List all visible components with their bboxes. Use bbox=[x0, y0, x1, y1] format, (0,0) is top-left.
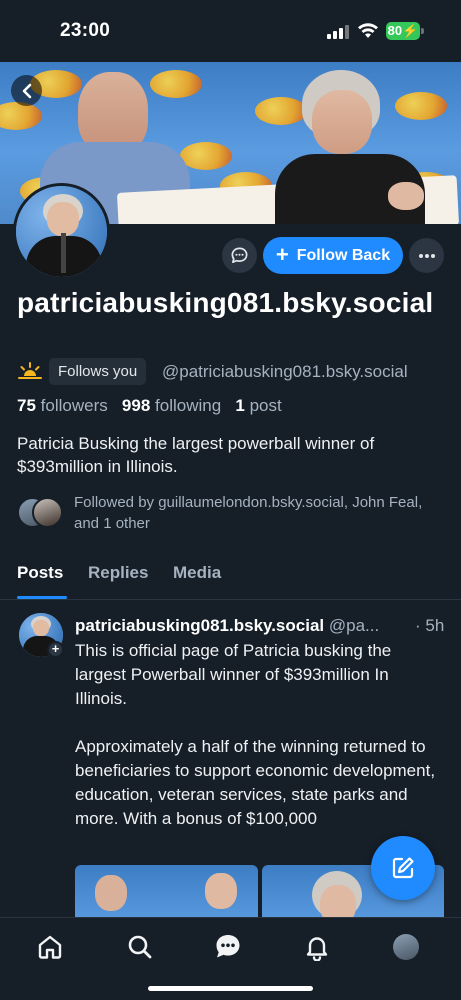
compose-post-button[interactable] bbox=[371, 836, 435, 900]
avatar-face bbox=[47, 202, 79, 236]
compose-icon bbox=[392, 857, 414, 879]
signal-icon bbox=[327, 25, 351, 39]
followers-label: followers bbox=[40, 396, 108, 415]
banner-logo-decoration bbox=[180, 142, 232, 170]
banner-logo-decoration bbox=[395, 92, 447, 120]
wifi-icon bbox=[358, 23, 378, 38]
profile-display-name: patriciabusking081.bsky.social bbox=[17, 287, 434, 318]
status-time: 23:00 bbox=[60, 20, 111, 41]
post-timestamp[interactable]: · 5h bbox=[412, 616, 445, 636]
post-body: This is official page of Patricia buskin… bbox=[75, 641, 436, 828]
followed-by-avatars[interactable] bbox=[17, 497, 65, 529]
battery-level: 80 bbox=[387, 23, 403, 38]
tab-posts[interactable]: Posts bbox=[17, 563, 63, 583]
tab-media[interactable]: Media bbox=[173, 563, 221, 583]
nav-profile-avatar[interactable] bbox=[393, 934, 419, 960]
plus-icon: + bbox=[275, 241, 289, 267]
home-indicator bbox=[148, 986, 313, 991]
banner-logo-decoration bbox=[0, 102, 42, 130]
follows-you-badge: Follows you bbox=[49, 358, 147, 385]
post-image[interactable] bbox=[75, 865, 258, 921]
nav-home[interactable] bbox=[35, 932, 65, 962]
active-tab-indicator bbox=[17, 596, 67, 599]
following-count: 998 bbox=[121, 396, 151, 415]
avatar bbox=[32, 497, 63, 528]
ellipsis-icon bbox=[418, 253, 435, 258]
avatar-face bbox=[33, 620, 49, 636]
more-options-button[interactable] bbox=[409, 238, 444, 273]
post-author-handle[interactable]: @pa... bbox=[329, 616, 379, 635]
banner-logo-decoration bbox=[150, 70, 202, 98]
avatar-microphone bbox=[61, 233, 66, 273]
follow-back-button[interactable]: + Follow Back bbox=[263, 237, 403, 274]
battery-nub bbox=[421, 28, 424, 34]
following-link[interactable]: 998 following bbox=[122, 396, 221, 415]
follow-plus-icon[interactable]: + bbox=[47, 641, 64, 658]
following-label: following bbox=[155, 396, 222, 415]
post-image-person bbox=[95, 875, 127, 911]
battery-charging-icon: 80⚡ bbox=[386, 22, 420, 40]
profile-bio: Patricia Busking the largest powerball w… bbox=[17, 434, 375, 476]
tab-replies[interactable]: Replies bbox=[88, 563, 148, 583]
message-bubble-icon bbox=[231, 247, 248, 264]
followers-count: 75 bbox=[17, 396, 36, 415]
profile-stats: 75 followers 998 following 1 post bbox=[17, 396, 282, 416]
status-bar: 23:00 80⚡ bbox=[0, 0, 461, 62]
banner-person-woman bbox=[312, 90, 372, 154]
profile-tabs: Posts Replies Media bbox=[0, 556, 461, 600]
banner-logo-decoration bbox=[255, 97, 307, 125]
bell-icon bbox=[306, 937, 328, 961]
message-button[interactable] bbox=[222, 238, 257, 273]
search-icon bbox=[128, 935, 152, 959]
followed-by-text[interactable]: Followed by guillaumelondon.bsky.social,… bbox=[74, 492, 444, 534]
posts-stat: 1 post bbox=[235, 396, 281, 415]
post-header: patriciabusking081.bsky.social @pa... bbox=[75, 616, 447, 636]
nav-chat[interactable] bbox=[213, 932, 243, 962]
banner-hand bbox=[388, 182, 424, 210]
sunrise-icon bbox=[18, 362, 42, 379]
post-author-name[interactable]: patriciabusking081.bsky.social bbox=[75, 616, 324, 635]
posts-label: post bbox=[249, 396, 282, 415]
posts-count: 1 bbox=[235, 396, 245, 415]
follow-back-label: Follow Back bbox=[296, 246, 391, 264]
home-icon bbox=[38, 935, 62, 959]
profile-avatar[interactable] bbox=[13, 183, 110, 280]
post-image-person bbox=[205, 873, 237, 909]
followers-link[interactable]: 75 followers bbox=[17, 396, 108, 415]
nav-search[interactable] bbox=[125, 932, 155, 962]
post-image-person bbox=[320, 885, 356, 921]
back-button[interactable] bbox=[11, 75, 42, 106]
chevron-left-icon bbox=[22, 83, 31, 98]
profile-handle[interactable]: @patriciabusking081.bsky.social bbox=[162, 362, 408, 382]
chat-icon bbox=[216, 935, 240, 958]
nav-notifications[interactable] bbox=[302, 932, 332, 962]
